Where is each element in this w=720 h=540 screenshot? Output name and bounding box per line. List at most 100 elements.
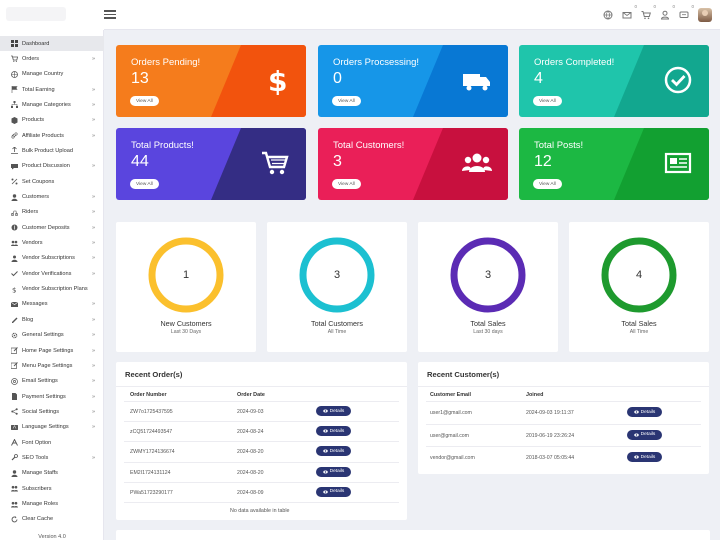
view-all-button[interactable]: View All (533, 179, 562, 189)
font-icon (11, 439, 18, 446)
chat-icon[interactable]: 0 (679, 4, 694, 20)
sidebar-item-label: Riders (22, 209, 39, 216)
chevron-double-right-icon: » (91, 101, 95, 108)
sidebar-item-dashboard[interactable]: Dashboard (0, 36, 104, 51)
cart-icon[interactable]: 0 (641, 4, 656, 20)
sidebar-item-label: Font Option (22, 439, 52, 446)
details-button[interactable]: Details (316, 406, 351, 416)
chevron-double-right-icon: » (91, 132, 95, 139)
stat-card-title: Total Products! (131, 140, 194, 151)
chat-badge: 0 (691, 4, 694, 9)
sidebar-item-social-settings[interactable]: Social Settings » (0, 404, 104, 419)
sidebar-item-email-settings[interactable]: Email Settings » (0, 374, 104, 389)
dollar-icon: $ (260, 65, 290, 95)
details-label: Details (640, 432, 656, 437)
chevron-double-right-icon: » (91, 194, 95, 200)
details-button[interactable]: Details (627, 407, 662, 417)
sidebar-item-language-settings[interactable]: Language Settings » (0, 420, 104, 435)
sidebar-item-seo-tools[interactable]: SEO Tools » (0, 450, 104, 465)
globe-icon[interactable] (603, 10, 613, 20)
chevron-double-right-icon: » (91, 240, 95, 247)
chevron-double-right-icon: » (91, 301, 95, 308)
order-number: ZWMY1724136674 (130, 449, 175, 456)
ring-label: Total Sales (470, 319, 506, 328)
sidebar-item-manage-categories[interactable]: Manage Categories » (0, 97, 104, 112)
envelope-icon (11, 301, 18, 308)
chevron-double-right-icon: » (91, 378, 95, 385)
logo[interactable] (0, 0, 104, 30)
chevron-double-right-icon: » (91, 55, 95, 62)
sidebar-item-label: Vendors (22, 240, 43, 247)
sidebar-item-manage-roles[interactable]: Manage Roles (0, 497, 104, 512)
sidebar-item-label: Clear Cache (22, 516, 54, 523)
sidebar-item-customer-deposits[interactable]: Customer Deposits » (0, 220, 104, 235)
sidebar-item-label: Language Settings (22, 424, 69, 431)
sidebar-item-vendor-verifications[interactable]: Vendor Verifications » (0, 266, 104, 281)
vendors-icon (11, 240, 18, 247)
sidebar: Dashboard Orders » Manage Country Total Earn… (0, 30, 104, 540)
details-button[interactable]: Details (316, 426, 351, 437)
sidebar-item-set-coupons[interactable]: Set Coupons (0, 174, 104, 189)
sidebar-item-blog[interactable]: Blog » (0, 312, 104, 327)
sidebar-item-general-settings[interactable]: General Settings » (0, 328, 104, 343)
sidebar-item-label: Social Settings (22, 408, 60, 415)
sidebar-item-orders[interactable]: Orders » (0, 51, 104, 66)
order-number-header: Order Number (130, 392, 167, 398)
sidebar-item-font-option[interactable]: Font Option (0, 435, 104, 450)
details-label: Details (640, 454, 656, 460)
view-all-button[interactable]: View All (130, 96, 159, 106)
sidebar-item-manage-country[interactable]: Manage Country (0, 67, 104, 82)
ring-sublabel: All Time (629, 329, 649, 335)
details-button[interactable]: Details (316, 466, 351, 477)
eye-icon (322, 490, 328, 494)
details-button[interactable]: Details (316, 446, 351, 457)
recent-customers-panel: Recent Customer(s) Customer Email Joined… (418, 362, 709, 474)
sidebar-item-clear-cache[interactable]: Clear Cache (0, 512, 104, 527)
sidebar-item-product-discussion[interactable]: Product Discussion » (0, 159, 104, 174)
view-all-button[interactable]: View All (332, 96, 361, 106)
sidebar-item-vendor-subscription-plans[interactable]: $ Vendor Subscription Plans (0, 282, 104, 297)
sidebar-item-total-earning[interactable]: Total Earning » (0, 82, 104, 97)
view-all-button[interactable]: View All (533, 96, 562, 106)
view-all-button[interactable]: View All (130, 179, 159, 189)
sidebar-item-label: Set Coupons (22, 178, 55, 185)
sidebar-item-menu-page-settings[interactable]: Menu Page Settings » (0, 358, 104, 373)
cart-icon (11, 55, 18, 63)
chevron-double-right-icon: » (91, 347, 95, 354)
sidebar-item-products[interactable]: Products » (0, 113, 104, 128)
sidebar-item-customers[interactable]: Customers » (0, 190, 104, 205)
details-label: Details (329, 408, 345, 414)
hamburger-menu-icon[interactable] (104, 10, 116, 19)
details-button[interactable]: Details (316, 486, 351, 497)
stat-card-title: Orders Procsessing! (333, 57, 420, 68)
sidebar-item-label: Messages (22, 301, 48, 308)
sidebar-item-subscribers[interactable]: Subscribers (0, 481, 104, 496)
eye-icon (633, 410, 639, 414)
stat-card-title: Total Customers! (333, 140, 405, 151)
user-icon[interactable]: 0 (660, 4, 675, 20)
details-button[interactable]: Details (627, 429, 662, 440)
sidebar-item-vendors[interactable]: Vendors » (0, 236, 104, 251)
view-all-button[interactable]: View All (332, 179, 361, 189)
stat-card-value: 44 (131, 153, 149, 170)
stat-card-title: Orders Completed! (534, 57, 615, 68)
top-navbar: 0 0 0 0 (0, 0, 720, 30)
mail-icon[interactable]: 0 (622, 4, 637, 20)
sidebar-item-vendor-subscriptions[interactable]: Vendor Subscriptions » (0, 251, 104, 266)
sidebar-item-label: Menu Page Settings (22, 362, 73, 369)
sidebar-item-manage-staffs[interactable]: Manage Staffs (0, 466, 104, 481)
sidebar-item-label: SEO Tools (22, 454, 49, 461)
sidebar-item-payment-settings[interactable]: Payment Settings » (0, 389, 104, 404)
eye-icon (322, 409, 328, 413)
sidebar-item-riders[interactable]: Riders » (0, 205, 104, 220)
sidebar-item-affiliate-products[interactable]: Affiliate Products » (0, 128, 104, 143)
details-button[interactable]: Details (627, 452, 662, 462)
sidebar-item-home-page-settings[interactable]: Home Page Settings » (0, 343, 104, 358)
ring-sublabel: Last 30 days (473, 329, 503, 335)
details-label: Details (329, 489, 345, 495)
upload-icon (11, 147, 18, 155)
sidebar-item-bulk-product-upload[interactable]: Bulk Product Upload (0, 143, 104, 158)
sidebar-item-messages[interactable]: Messages » (0, 297, 104, 312)
order-date: 2024-08-20 (237, 469, 264, 476)
avatar[interactable] (698, 8, 712, 22)
